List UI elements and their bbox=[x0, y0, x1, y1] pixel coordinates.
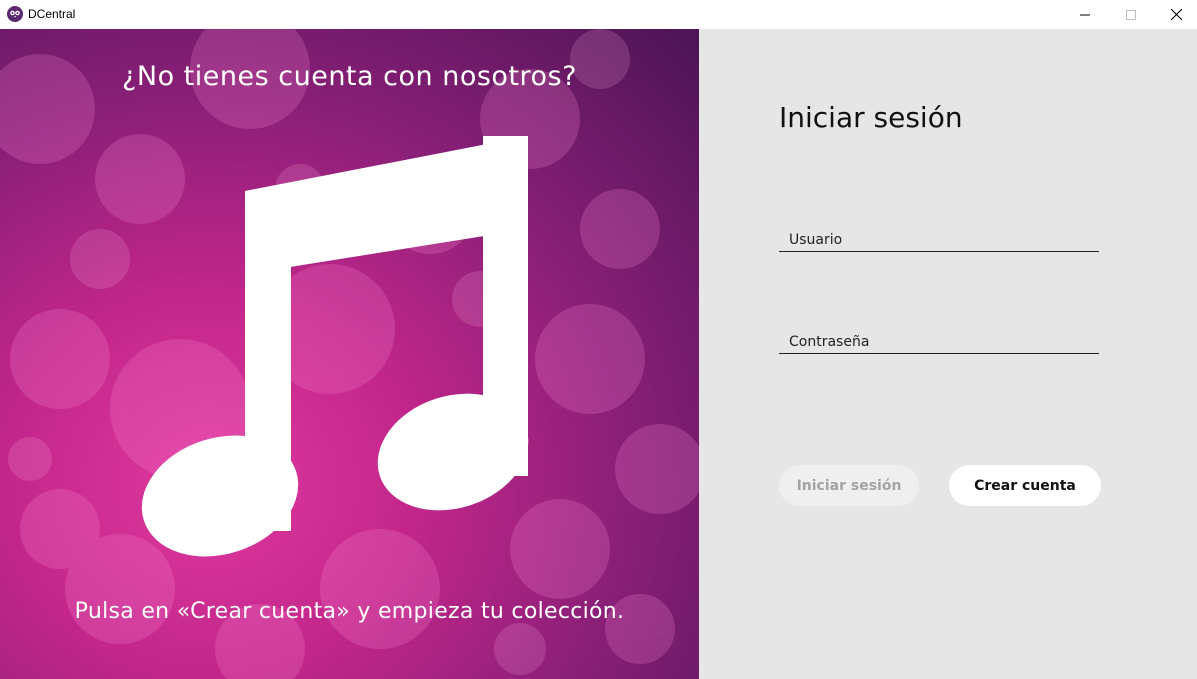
signup-promo-footer: Pulsa en «Crear cuenta» y empieza tu col… bbox=[74, 599, 625, 624]
window-title: DCentral bbox=[28, 7, 76, 21]
owl-app-icon bbox=[7, 6, 23, 22]
password-field bbox=[779, 331, 1099, 354]
minimize-icon bbox=[1080, 14, 1090, 15]
close-button[interactable] bbox=[1153, 0, 1197, 29]
login-button[interactable]: Iniciar sesión bbox=[779, 465, 919, 506]
signup-promo-panel: ¿No tienes cuenta con nosotros? Pulsa en… bbox=[0, 29, 699, 679]
maximize-button[interactable] bbox=[1108, 0, 1154, 29]
login-panel: Iniciar sesión Iniciar sesión Crear cuen… bbox=[699, 29, 1197, 679]
password-input[interactable] bbox=[779, 332, 1089, 352]
create-account-button[interactable]: Crear cuenta bbox=[949, 465, 1101, 506]
minimize-button[interactable] bbox=[1062, 0, 1108, 29]
music-note-icon bbox=[141, 136, 529, 557]
username-field bbox=[779, 229, 1099, 252]
maximize-icon bbox=[1126, 9, 1136, 20]
login-title: Iniciar sesión bbox=[779, 101, 963, 134]
signup-promo-heading: ¿No tienes cuenta con nosotros? bbox=[122, 61, 577, 92]
close-icon bbox=[1170, 9, 1182, 20]
title-bar: DCentral bbox=[0, 0, 1197, 29]
username-input[interactable] bbox=[779, 230, 1089, 250]
